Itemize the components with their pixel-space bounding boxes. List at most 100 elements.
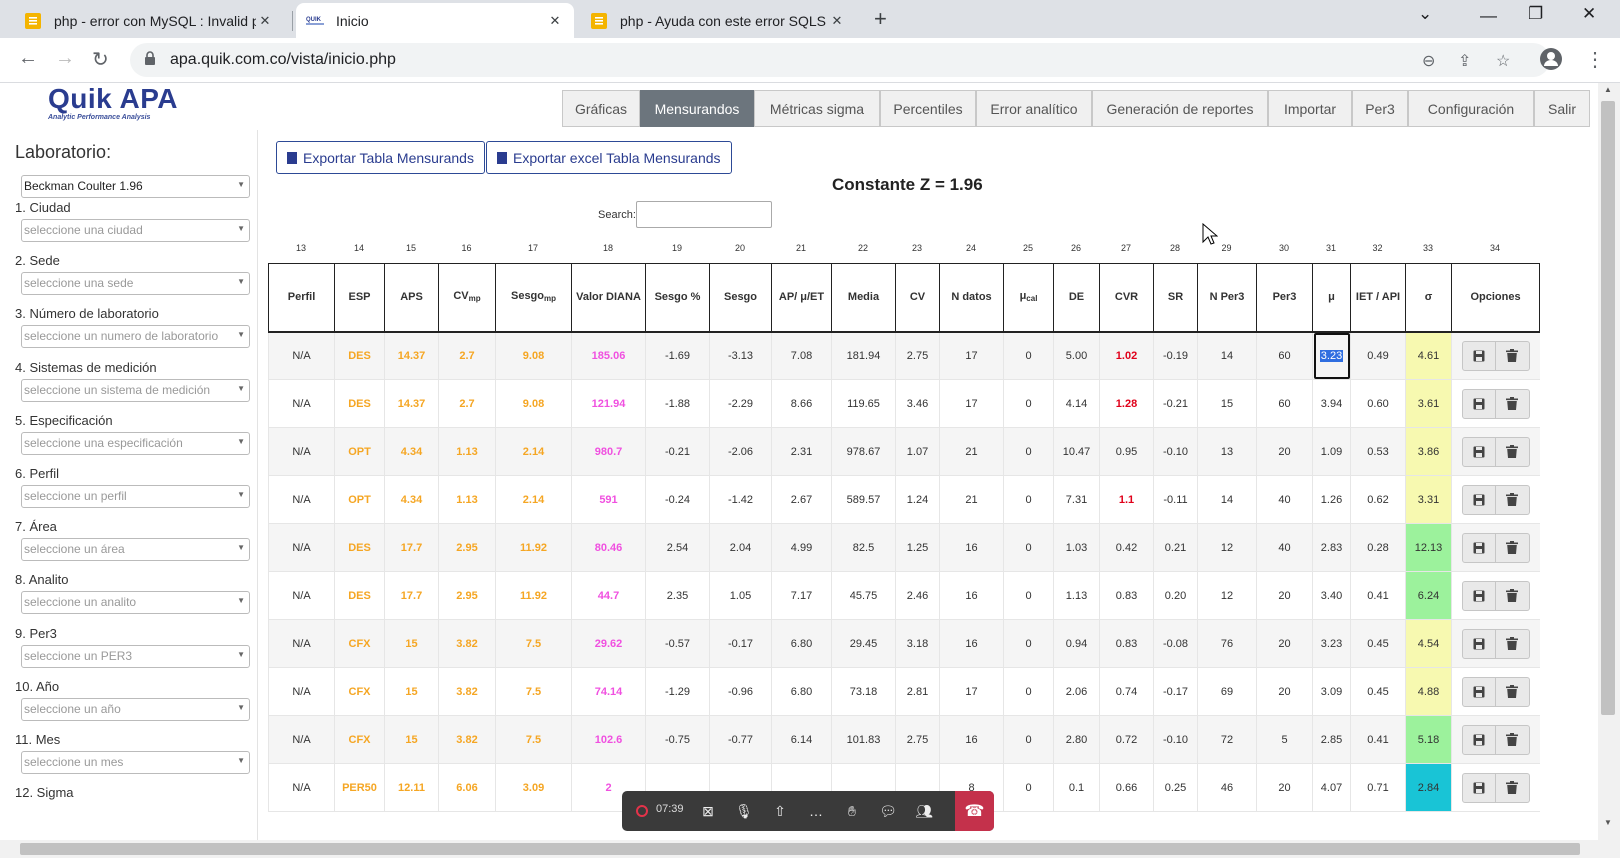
column-header[interactable]: Media — [831, 263, 896, 333]
nav-percentiles[interactable]: Percentiles — [880, 90, 976, 127]
column-header[interactable]: IET / API — [1350, 263, 1406, 333]
filter-select[interactable]: seleccione un área ▼ — [21, 538, 250, 561]
chat-icon[interactable]: 💬︎ — [878, 801, 898, 821]
address-bar[interactable]: apa.quik.com.co/vista/inicio.php ⊖ ⇪ ☆ — [130, 43, 1550, 77]
table-row[interactable]: N/A CFX 15 3.82 7.5 74.14 -1.29 -0.96 6.80 73.18 2… — [268, 667, 1540, 716]
table-row[interactable]: N/A DES 17.7 2.95 11.92 44.7 2.35 1.05 7.17 45.75… — [268, 571, 1540, 620]
browser-tab-3[interactable]: php - Ayuda con este error SQLS ✕ — [580, 3, 856, 38]
camera-off-icon[interactable]: ⊠ — [698, 801, 718, 821]
reload-icon[interactable]: ↻ — [92, 47, 109, 72]
horizontal-scroll-thumb[interactable] — [20, 843, 1580, 855]
nav-mensurandos[interactable]: Mensurandos — [640, 90, 754, 127]
participants-icon[interactable]: 👥︎ — [914, 801, 934, 821]
table-row[interactable]: N/A OPT 4.34 1.13 2.14 980.7 -0.21 -2.06 2.31 978… — [268, 427, 1540, 476]
column-header[interactable]: σ — [1405, 263, 1452, 333]
save-button[interactable] — [1461, 340, 1496, 371]
column-header[interactable]: CVmp — [438, 263, 496, 333]
laboratorio-select[interactable]: Beckman Coulter 1.96 ▼ — [21, 175, 250, 198]
nav-graficas[interactable]: Gráficas — [562, 90, 640, 127]
column-header[interactable]: ESP — [334, 263, 385, 333]
export-excel-button[interactable]: Exportar excel Tabla Mensurands — [486, 141, 732, 174]
save-button[interactable] — [1461, 436, 1496, 467]
delete-button[interactable] — [1495, 340, 1530, 371]
filter-select[interactable]: seleccione un año ▼ — [21, 698, 250, 721]
nav-generacion-reportes[interactable]: Generación de reportes — [1092, 90, 1268, 127]
column-header[interactable]: μ — [1312, 263, 1351, 333]
column-header[interactable]: Sesgo — [709, 263, 772, 333]
filter-select[interactable]: seleccione una ciudad ▼ — [21, 219, 250, 242]
hang-up-icon[interactable]: ☎︎ — [955, 791, 994, 831]
table-cell[interactable]: 3.23 — [1312, 331, 1351, 380]
close-icon[interactable]: ✕ — [546, 13, 564, 29]
save-button[interactable] — [1461, 724, 1496, 755]
browser-tab-2[interactable]: QUIK Inicio ✕ — [296, 3, 574, 38]
restore-icon[interactable]: ❐ — [1528, 4, 1543, 24]
search-input[interactable] — [636, 201, 772, 228]
nav-per3[interactable]: Per3 — [1352, 90, 1408, 127]
nav-configuracion[interactable]: Configuración — [1408, 90, 1534, 127]
filter-select[interactable]: seleccione un sistema de medición ▼ — [21, 379, 250, 402]
column-header[interactable]: Sesgo % — [645, 263, 710, 333]
column-header[interactable]: SR — [1153, 263, 1198, 333]
column-header[interactable]: Sesgomp — [495, 263, 572, 333]
delete-button[interactable] — [1495, 388, 1530, 419]
close-icon[interactable]: ✕ — [828, 13, 846, 29]
export-pdf-button[interactable]: Exportar Tabla Mensurands — [276, 141, 485, 174]
save-button[interactable] — [1461, 532, 1496, 563]
column-header[interactable]: CV — [895, 263, 940, 333]
filter-select[interactable]: seleccione un perfil ▼ — [21, 485, 250, 508]
column-header[interactable]: Per3 — [1256, 263, 1313, 333]
table-row[interactable]: N/A DES 14.37 2.7 9.08 185.06 -1.69 -3.13 7.08 18… — [268, 331, 1540, 380]
delete-button[interactable] — [1495, 532, 1530, 563]
filter-select[interactable]: seleccione una sede ▼ — [21, 272, 250, 295]
forward-arrow-icon[interactable]: → — [55, 47, 75, 70]
back-arrow-icon[interactable]: ← — [18, 47, 38, 70]
browser-tab-1[interactable]: php - error con MySQL : Invalid p ✕ — [14, 3, 284, 38]
column-header[interactable]: APS — [384, 263, 439, 333]
table-row[interactable]: N/A CFX 15 3.82 7.5 29.62 -0.57 -0.17 6.80 29.45 3… — [268, 619, 1540, 668]
tab-search-chevron-icon[interactable]: ⌄ — [1418, 4, 1432, 24]
scroll-down-arrow-icon[interactable]: ▼ — [1604, 818, 1612, 827]
column-header[interactable]: DE — [1053, 263, 1100, 333]
delete-button[interactable] — [1495, 436, 1530, 467]
bookmark-star-icon[interactable]: ☆ — [1496, 51, 1510, 71]
column-header[interactable]: N Per3 — [1197, 263, 1257, 333]
profile-avatar-icon[interactable] — [1540, 48, 1562, 76]
filter-select[interactable]: seleccione un PER3 ▼ — [21, 645, 250, 668]
nav-metricas-sigma[interactable]: Métricas sigma — [754, 90, 880, 127]
microphone-icon[interactable]: 🎙︎ — [734, 801, 754, 821]
window-close-icon[interactable]: ✕ — [1582, 4, 1596, 24]
share-screen-icon[interactable]: ⇧ — [770, 801, 790, 821]
scroll-up-arrow-icon[interactable]: ▲ — [1604, 85, 1612, 94]
delete-button[interactable] — [1495, 580, 1530, 611]
filter-select[interactable]: seleccione una especificación ▼ — [21, 432, 250, 455]
delete-button[interactable] — [1495, 628, 1530, 659]
minimize-icon[interactable]: — — [1480, 6, 1497, 26]
vertical-scroll-thumb[interactable] — [1601, 101, 1615, 715]
raise-hand-icon[interactable]: ✋︎ — [842, 801, 862, 821]
close-icon[interactable]: ✕ — [256, 13, 274, 29]
table-row[interactable]: N/A CFX 15 3.82 7.5 102.6 -0.75 -0.77 6.14 101.83… — [268, 715, 1540, 764]
column-header[interactable]: Perfil — [268, 263, 335, 333]
table-row[interactable]: N/A DES 17.7 2.95 11.92 80.46 2.54 2.04 4.99 82.5… — [268, 523, 1540, 572]
save-button[interactable] — [1461, 580, 1496, 611]
column-header[interactable]: AP/ μ/ET — [771, 263, 832, 333]
zoom-icon[interactable]: ⊖ — [1422, 51, 1435, 71]
column-header[interactable]: Opciones — [1451, 263, 1540, 333]
delete-button[interactable] — [1495, 772, 1530, 803]
nav-error-analitico[interactable]: Error analítico — [976, 90, 1092, 127]
menu-kebab-icon[interactable]: ⋮ — [1585, 47, 1605, 72]
nav-salir[interactable]: Salir — [1534, 90, 1590, 127]
share-icon[interactable]: ⇪ — [1458, 51, 1471, 71]
save-button[interactable] — [1461, 772, 1496, 803]
column-header[interactable]: μcal — [1003, 263, 1054, 333]
column-header[interactable]: CVR — [1099, 263, 1154, 333]
save-button[interactable] — [1461, 628, 1496, 659]
column-header[interactable]: Valor DIANA — [571, 263, 646, 333]
new-tab-plus-icon[interactable]: + — [874, 6, 887, 32]
column-header[interactable]: N datos — [939, 263, 1004, 333]
nav-importar[interactable]: Importar — [1268, 90, 1352, 127]
app-logo[interactable]: Quik APA — [48, 83, 178, 115]
filter-select[interactable]: seleccione un analito ▼ — [21, 591, 250, 614]
delete-button[interactable] — [1495, 676, 1530, 707]
